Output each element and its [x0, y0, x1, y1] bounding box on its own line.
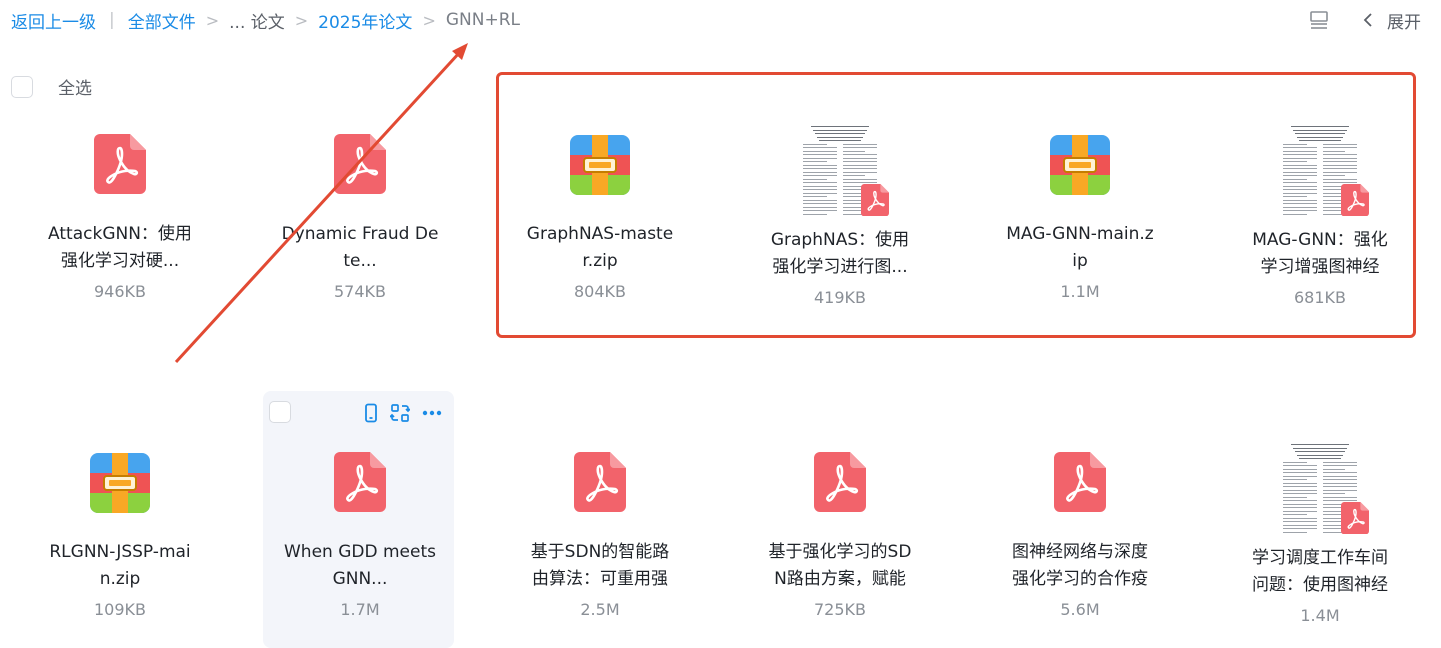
file-name: 学习调度工作车间 问题：使用图神经 — [1225, 545, 1415, 599]
pdf-file-icon — [574, 452, 626, 516]
file-size: 5.6M — [1060, 600, 1100, 619]
file-item[interactable]: 学习调度工作车间 问题：使用图神经 1.4M — [1225, 318, 1415, 648]
file-name-line2: 强化学习的合作疫 — [1012, 569, 1148, 589]
file-size: 109KB — [93, 600, 146, 619]
file-name-line2: 强化学习对硬... — [60, 251, 180, 271]
pdf-file-icon — [814, 452, 866, 516]
pdf-file-icon — [334, 452, 386, 516]
file-name: When GDD meets GNN... — [265, 539, 455, 593]
pdf-file-icon — [1054, 452, 1106, 516]
file-name: 基于强化学习的SD N路由方案，赋能 — [745, 539, 935, 593]
file-name-line1: AttackGNN：使用 — [48, 224, 192, 244]
file-size: 1.4M — [1300, 606, 1340, 625]
file-item[interactable]: Dynamic Fraud De te... 574KB — [265, 0, 455, 330]
file-name-line1: RLGNN-JSSP-mai — [49, 542, 191, 562]
file-item[interactable]: 图神经网络与深度 强化学习的合作疫 5.6M — [985, 318, 1175, 648]
file-name-line1: 图神经网络与深度 — [1012, 542, 1148, 562]
file-name-line1: Dynamic Fraud De — [281, 224, 439, 244]
file-size: 725KB — [813, 600, 866, 619]
file-item[interactable]: When GDD meets GNN... 1.7M — [265, 318, 455, 648]
file-name-line2: te... — [343, 251, 377, 271]
file-name-line1: 基于强化学习的SD — [768, 542, 912, 562]
file-name-line2: N路由方案，赋能 — [774, 569, 906, 589]
file-size: 574KB — [333, 282, 386, 301]
file-name: Dynamic Fraud De te... — [265, 221, 455, 275]
file-size: 2.5M — [580, 600, 620, 619]
file-name-line2: GNN... — [332, 569, 388, 589]
file-item[interactable]: 基于SDN的智能路 由算法：可重用强 2.5M — [505, 318, 695, 648]
pdf-file-icon — [94, 134, 146, 198]
file-name: 基于SDN的智能路 由算法：可重用强 — [505, 539, 695, 593]
file-name-line1: 学习调度工作车间 — [1252, 548, 1388, 568]
file-name: AttackGNN：使用 强化学习对硬... — [25, 221, 215, 275]
file-size: 1.7M — [340, 600, 380, 619]
pdf-badge-icon — [1341, 501, 1369, 538]
file-name: 图神经网络与深度 强化学习的合作疫 — [985, 539, 1175, 593]
file-name-line2: 问题：使用图神经 — [1252, 575, 1388, 595]
file-name-line1: When GDD meets — [284, 542, 436, 562]
file-name: RLGNN-JSSP-mai n.zip — [25, 539, 215, 593]
file-item[interactable]: RLGNN-JSSP-mai n.zip 109KB — [25, 318, 215, 648]
file-name-line2: n.zip — [99, 569, 141, 589]
annotation-highlight-box — [496, 72, 1416, 338]
document-thumbnail — [1277, 440, 1369, 536]
zip-file-icon — [90, 453, 150, 517]
file-item[interactable]: AttackGNN：使用 强化学习对硬... 946KB — [25, 0, 215, 330]
file-name-line1: 基于SDN的智能路 — [530, 542, 670, 562]
file-name-line2: 由算法：可重用强 — [532, 569, 668, 589]
file-item[interactable]: 基于强化学习的SD N路由方案，赋能 725KB — [745, 318, 935, 648]
pdf-file-icon — [1277, 440, 1369, 536]
file-size: 946KB — [93, 282, 146, 301]
pdf-file-icon — [334, 134, 386, 198]
